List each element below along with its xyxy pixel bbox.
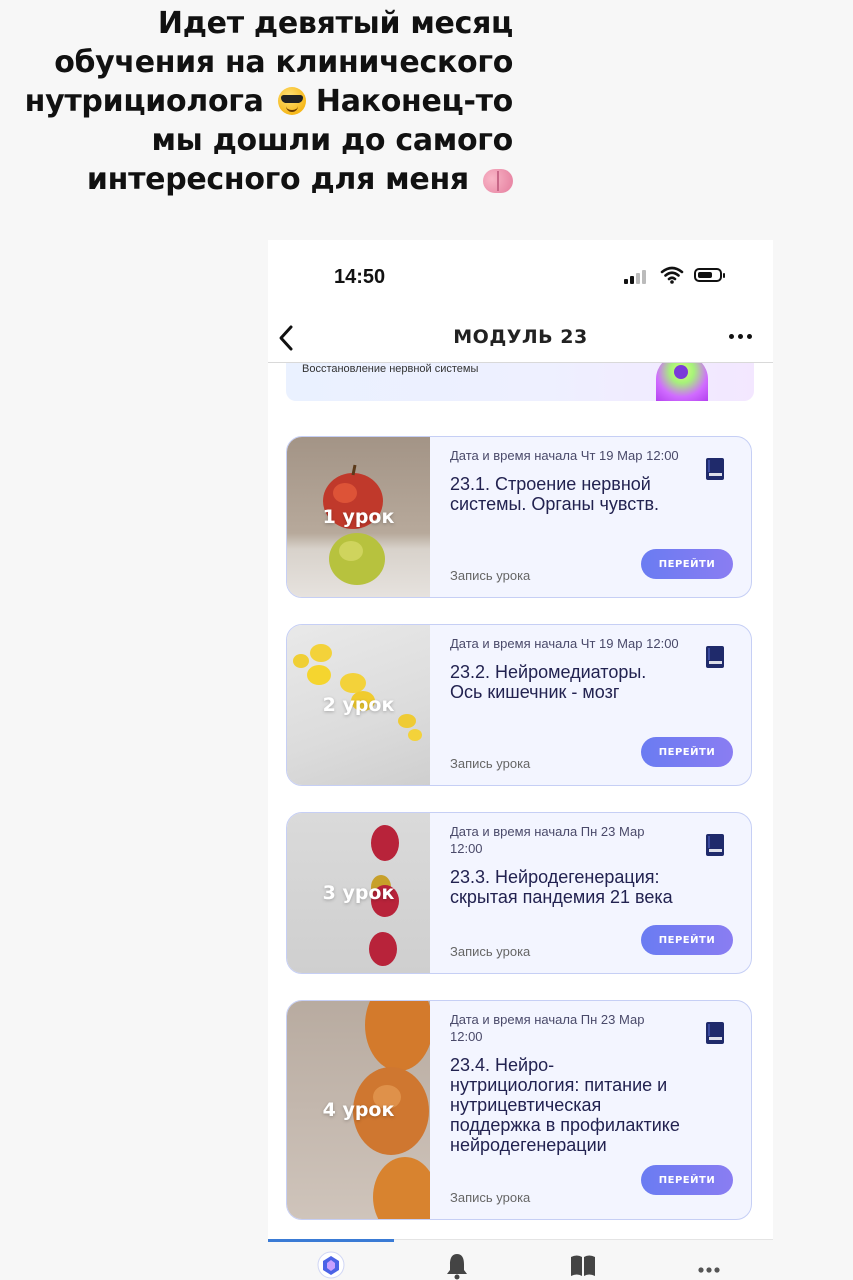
module-banner[interactable]: Восстановление нервной системы — [286, 363, 754, 401]
book-icon[interactable] — [705, 645, 725, 669]
lesson-image-eggs: 4 урок — [287, 1001, 430, 1219]
wifi-icon — [660, 266, 684, 284]
go-to-lesson-button[interactable]: ПЕРЕЙТИ — [641, 1165, 733, 1195]
status-bar: 14:50 — [268, 240, 773, 310]
top-nav-bar: МОДУЛЬ 23 — [268, 314, 773, 363]
more-icon[interactable] — [694, 1250, 724, 1280]
lesson-card[interactable]: 4 урок Дата и время начала Пн 23 Мар 12:… — [286, 1000, 752, 1220]
book-icon[interactable] — [705, 457, 725, 481]
lesson-image-apples: 1 урок — [287, 437, 430, 597]
home-icon[interactable] — [316, 1250, 346, 1280]
caption-line: Идет девятый месяц — [157, 6, 513, 41]
lesson-card[interactable]: 2 урок Дата и время начала Чт 19 Мар 12:… — [286, 624, 752, 786]
active-tab-indicator — [268, 1239, 394, 1242]
caption-line: обучения на клинического — [54, 45, 513, 80]
go-to-lesson-button[interactable]: ПЕРЕЙТИ — [641, 925, 733, 955]
book-icon[interactable] — [705, 1021, 725, 1045]
caption-line-part: интересного для меня — [86, 162, 469, 197]
lesson-list[interactable]: Восстановление нервной системы 1 урок Да… — [268, 363, 773, 1239]
brain-emoji-icon — [483, 169, 513, 193]
phone-screen: 14:50 МОДУЛЬ 23 Восстановление нервной с… — [268, 240, 773, 1280]
more-options-icon[interactable] — [727, 326, 755, 346]
caption-line-part: Наконец-то — [315, 84, 513, 119]
caption-line-part: нутрициолога — [24, 84, 264, 119]
story-caption: Идет девятый месяц обучения на клиническ… — [0, 4, 514, 199]
lesson-image-lemons: 2 урок — [287, 625, 430, 785]
status-time: 14:50 — [334, 266, 386, 288]
book-open-icon[interactable] — [568, 1250, 598, 1280]
lesson-title[interactable]: 23.3. Нейродегенерация: скрытая пандемия… — [450, 867, 680, 907]
banner-text: Восстановление нервной системы — [302, 363, 479, 375]
book-icon[interactable] — [705, 833, 725, 857]
bell-icon[interactable] — [442, 1250, 472, 1280]
sunglasses-emoji-icon — [277, 87, 306, 115]
lesson-date: Дата и время начала Чт 19 Мар 12:00 — [450, 636, 679, 651]
lesson-info: Дата и время начала Пн 23 Мар 12:00 23.3… — [450, 823, 680, 907]
caption-line: мы дошли до самого — [151, 123, 513, 158]
lesson-card[interactable]: 3 урок Дата и время начала Пн 23 Мар 12:… — [286, 812, 752, 974]
lesson-date: Дата и время начала Пн 23 Мар 12:00 — [450, 1012, 645, 1044]
lesson-number-label: 1 урок — [322, 506, 395, 528]
lesson-info: Дата и время начала Чт 19 Мар 12:00 23.2… — [450, 635, 680, 702]
caption-line: нутрициолога Наконец-то — [0, 82, 514, 121]
bottom-tab-bar — [268, 1239, 773, 1280]
cellular-signal-icon — [624, 268, 652, 284]
lesson-record-label: Запись урока — [450, 568, 531, 583]
page-title: МОДУЛЬ 23 — [453, 326, 588, 348]
caption-line: интересного для меня — [0, 160, 513, 199]
lesson-date: Дата и время начала Чт 19 Мар 12:00 — [450, 448, 679, 463]
lesson-card[interactable]: 1 урок Дата и время начала Чт 19 Мар 12:… — [286, 436, 752, 598]
lesson-record-label: Запись урока — [450, 756, 531, 771]
lesson-image-raspberries: 3 урок — [287, 813, 430, 973]
neuron-illustration-icon — [656, 363, 708, 401]
lesson-record-label: Запись урока — [450, 944, 531, 959]
lesson-title[interactable]: 23.1. Строение нервной системы. Органы ч… — [450, 474, 680, 514]
lesson-number-label: 3 урок — [322, 882, 395, 904]
lesson-number-label: 4 урок — [322, 1099, 395, 1121]
lesson-info: Дата и время начала Чт 19 Мар 12:00 23.1… — [450, 447, 680, 514]
go-to-lesson-button[interactable]: ПЕРЕЙТИ — [641, 549, 733, 579]
lesson-record-label: Запись урока — [450, 1190, 531, 1205]
lesson-date: Дата и время начала Пн 23 Мар 12:00 — [450, 824, 645, 856]
lesson-title[interactable]: 23.2. Нейромедиаторы. Ось кишечник - моз… — [450, 662, 680, 702]
lesson-number-label: 2 урок — [322, 694, 395, 716]
battery-icon — [694, 268, 725, 282]
lesson-title[interactable]: 23.4. Нейро-нутрициология: питание и нут… — [450, 1055, 680, 1155]
go-to-lesson-button[interactable]: ПЕРЕЙТИ — [641, 737, 733, 767]
lesson-info: Дата и время начала Пн 23 Мар 12:00 23.4… — [450, 1011, 680, 1155]
